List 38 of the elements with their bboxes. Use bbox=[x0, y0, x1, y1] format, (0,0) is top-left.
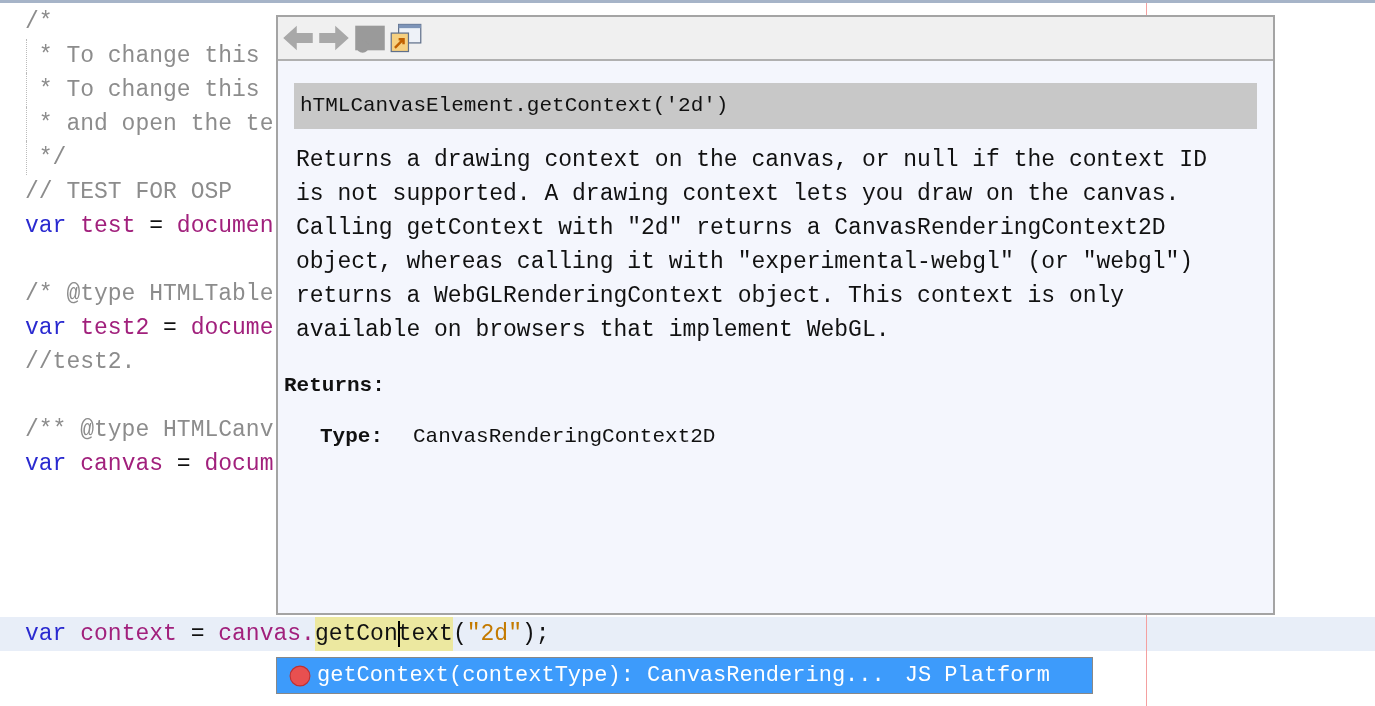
code-token: = bbox=[189, 620, 205, 649]
code-token: = bbox=[148, 212, 164, 241]
open-window-icon[interactable] bbox=[390, 23, 422, 53]
signature-text: hTMLCanvasElement.getContext('2d') bbox=[294, 83, 1257, 129]
method-icon bbox=[289, 664, 311, 687]
code-token: = bbox=[175, 450, 191, 479]
code-token: /** @type HTMLCanv bbox=[25, 416, 274, 445]
code-token: test bbox=[79, 212, 136, 241]
code-token: canvas bbox=[79, 450, 164, 479]
code-token: test2 bbox=[79, 314, 150, 343]
code-token: var bbox=[25, 314, 67, 343]
completion-item[interactable]: getContext(contextType): CanvasRendering... JS Platform bbox=[276, 657, 1093, 694]
code-token: //test2. bbox=[25, 348, 136, 377]
type-value: CanvasRenderingContext2D bbox=[413, 425, 716, 448]
code-token: ( bbox=[452, 620, 467, 649]
type-label: Type: bbox=[320, 425, 383, 448]
code-token: var bbox=[25, 212, 67, 241]
code-token: * and open the te bbox=[37, 110, 274, 139]
description-text: Returns a drawing context on the canvas, or null if the context ID is not supported. A drawing context lets you draw on the canvas. Calling getContext with "2d" returns a CanvasRenderingContext2D object, whereas calling it with "experimental-webgl" (or "webgl") returns a WebGLRenderingContext object. This context is only available on browsers that implement WebGL. bbox=[296, 146, 1208, 345]
code-token: canvas. bbox=[217, 620, 315, 649]
code-token: docume bbox=[189, 314, 274, 343]
code-token: docum bbox=[203, 450, 274, 479]
code-token: * To change this bbox=[37, 42, 260, 71]
code-token: context bbox=[79, 620, 177, 649]
code-token: var bbox=[25, 450, 67, 479]
code-token: /* @type HTMLTable bbox=[25, 280, 274, 309]
code-token: * To change this bbox=[37, 76, 260, 105]
code-token: getCon bbox=[314, 617, 398, 651]
code-token: ); bbox=[521, 620, 550, 649]
code-token: */ bbox=[37, 144, 67, 173]
code-token: "2d" bbox=[466, 620, 522, 649]
code-token: text bbox=[397, 617, 453, 651]
code-token: = bbox=[162, 314, 177, 343]
returns-heading: Returns: bbox=[284, 373, 386, 399]
code-token: // TEST FOR OSP bbox=[25, 178, 233, 207]
code-token: /* bbox=[25, 8, 53, 37]
code-token: documen bbox=[175, 212, 274, 241]
code-token: var bbox=[25, 620, 67, 649]
